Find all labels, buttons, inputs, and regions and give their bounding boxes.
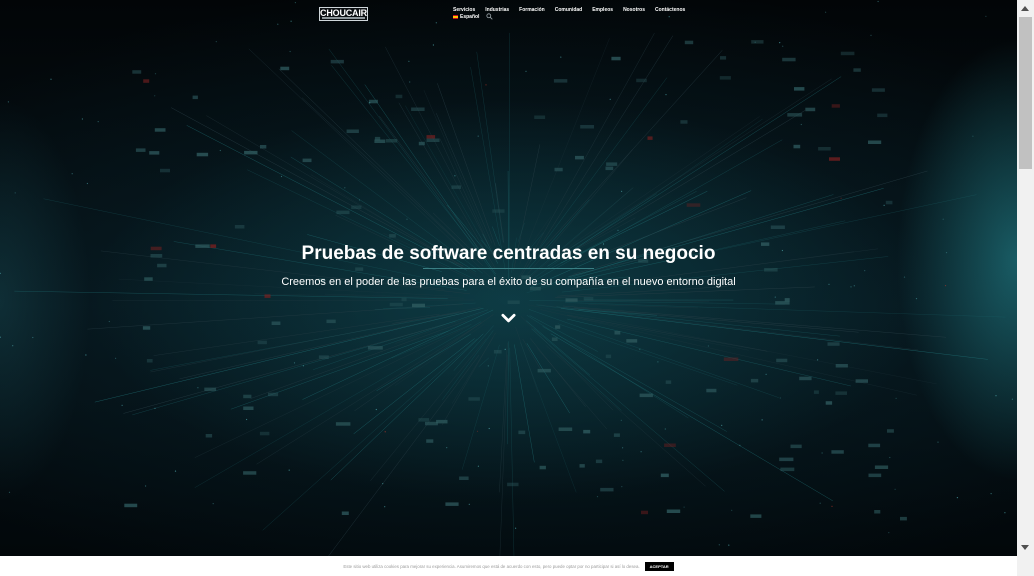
hero-title: Pruebas de software centradas en su nego…: [301, 243, 716, 264]
vertical-scrollbar[interactable]: [1017, 0, 1034, 556]
language-label: Español: [460, 14, 480, 20]
cookie-notice-text: Este sitio web utiliza cookies para mejo…: [343, 563, 640, 569]
scrollbar-thumb[interactable]: [1019, 17, 1032, 169]
spain-flag-icon: [453, 15, 458, 19]
site-header: CHOUCAIR Servicios Industrias Formación …: [0, 0, 1017, 30]
search-icon[interactable]: [486, 13, 493, 20]
accept-cookies-button[interactable]: ACEPTAR: [644, 561, 674, 571]
scroll-down-arrow-icon[interactable]: [1021, 545, 1029, 550]
nav-item-empleos[interactable]: Empleos: [592, 7, 613, 13]
nav-item-formacion[interactable]: Formación: [519, 7, 545, 13]
scrollbar-corner: [1017, 556, 1034, 576]
nav-item-comunidad[interactable]: Comunidad: [555, 7, 583, 13]
nav-item-nosotros[interactable]: Nosotros: [623, 7, 645, 13]
scroll-up-arrow-icon[interactable]: [1021, 6, 1029, 11]
cookie-consent-bar: Este sitio web utiliza cookies para mejo…: [0, 556, 1017, 576]
nav-item-contactenos[interactable]: Contáctenos: [655, 7, 685, 13]
hero-subtitle: Creemos en el poder de las pruebas para …: [281, 276, 736, 288]
language-selector[interactable]: Español: [453, 14, 479, 20]
chevron-down-icon[interactable]: [501, 313, 516, 324]
title-underline: [423, 268, 594, 269]
choucair-logo[interactable]: CHOUCAIR: [319, 7, 368, 21]
nav-item-servicios[interactable]: Servicios: [453, 7, 475, 13]
logo-underline: [322, 17, 365, 19]
hero-section: CHOUCAIR Servicios Industrias Formación …: [0, 0, 1017, 556]
